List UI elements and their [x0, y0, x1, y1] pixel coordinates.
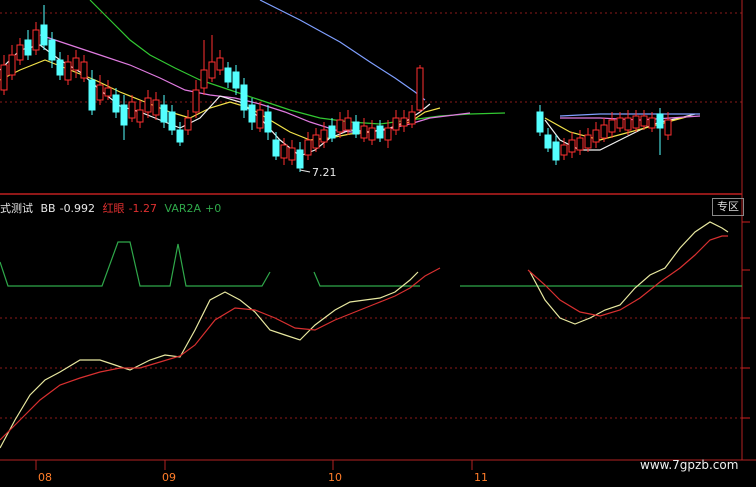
- bb-line: [0, 271, 419, 449]
- candle-body: [32, 29, 40, 51]
- candle-body: [96, 84, 104, 101]
- ma-long-blue: [259, 0, 426, 101]
- candle-body: [664, 119, 672, 136]
- candle-body: [240, 84, 248, 111]
- candle-body: [224, 67, 232, 83]
- candle-body: [0, 64, 8, 91]
- candle-body: [392, 117, 400, 131]
- candle-body: [120, 104, 128, 126]
- zone-tag-button[interactable]: 专区: [712, 198, 744, 216]
- low-price-label: 7.21: [312, 166, 337, 179]
- candle-body: [256, 109, 264, 129]
- bb-line-right: [529, 221, 729, 325]
- candle-body: [264, 111, 272, 133]
- candle-body: [16, 44, 24, 61]
- hongyan-value: -1.27: [128, 202, 158, 215]
- candle-body: [184, 117, 192, 131]
- candle-body: [648, 117, 656, 129]
- candle-body: [48, 39, 56, 61]
- candle-body: [584, 134, 592, 149]
- candle-body: [576, 137, 584, 151]
- indicator-lines: [0, 221, 742, 449]
- candle-body: [352, 121, 360, 135]
- candle-body: [128, 101, 136, 119]
- candle-body: [8, 54, 16, 76]
- candle-body: [200, 69, 208, 89]
- candle-body: [360, 125, 368, 139]
- candle-body: [136, 109, 144, 123]
- candle-body: [296, 149, 304, 169]
- candle-body: [336, 119, 344, 133]
- var2a-line: [0, 241, 271, 287]
- candle-body: [64, 61, 72, 81]
- candle-body: [304, 139, 312, 156]
- candle-body: [632, 115, 640, 129]
- candle-body: [568, 139, 576, 153]
- candle-body: [592, 129, 600, 143]
- candle-body: [72, 57, 80, 71]
- candle-body: [144, 97, 152, 113]
- x-label-09: 09: [162, 471, 176, 484]
- candle-body: [216, 57, 224, 71]
- candle-body: [40, 24, 48, 46]
- candle-body: [600, 124, 608, 139]
- x-label-08: 08: [38, 471, 52, 484]
- candle-body: [536, 111, 544, 133]
- candle-body: [656, 113, 664, 129]
- x-label-10: 10: [328, 471, 342, 484]
- candle-body: [104, 87, 112, 97]
- candle-body: [208, 61, 216, 79]
- candle-body: [640, 115, 648, 127]
- candle-body: [384, 127, 392, 141]
- x-label-11: 11: [474, 471, 488, 484]
- candle-body: [160, 104, 168, 123]
- candle-body: [320, 129, 328, 143]
- candle-body: [344, 117, 352, 131]
- stock-chart[interactable]: [0, 0, 756, 487]
- bb-value: -0.992: [59, 202, 96, 215]
- candle-body: [88, 79, 96, 111]
- candle-body: [544, 134, 552, 149]
- candle-body: [560, 144, 568, 156]
- candle-body: [312, 134, 320, 149]
- candle-body: [56, 59, 64, 76]
- candlesticks: [0, 5, 672, 172]
- candle-body: [368, 127, 376, 141]
- candle-body: [80, 61, 88, 79]
- var2a-line-2: [313, 271, 420, 287]
- candle-body: [616, 117, 624, 129]
- candle-body: [328, 125, 336, 139]
- candle-body: [416, 67, 424, 111]
- candle-body: [192, 89, 200, 113]
- hongyan-line-right: [527, 235, 728, 317]
- indicator-header: 式测试 BB -0.992 红眼 -1.27 VAR2A +0: [0, 200, 225, 216]
- candle-body: [280, 144, 288, 159]
- candle-body: [112, 94, 120, 113]
- var2a-series-name: VAR2A: [164, 202, 202, 215]
- candle-body: [176, 129, 184, 143]
- candle-body: [552, 141, 560, 161]
- candle-body: [376, 125, 384, 139]
- ma-right-blue: [559, 113, 700, 117]
- candle-body: [608, 119, 616, 133]
- candle-body: [288, 147, 296, 161]
- candle-body: [152, 99, 160, 116]
- low-marker-line: [299, 169, 311, 173]
- watermark: www.7gpzb.com: [640, 458, 739, 472]
- candle-body: [232, 71, 240, 89]
- candle-body: [272, 139, 280, 157]
- hongyan-series-name: 红眼: [102, 202, 125, 215]
- candle-body: [624, 117, 632, 131]
- candle-body: [248, 104, 256, 123]
- var2a-value: +0: [205, 202, 222, 215]
- candle-body: [408, 111, 416, 125]
- candle-body: [168, 111, 176, 131]
- hongyan-line: [0, 267, 441, 441]
- right-axis-ticks: [742, 221, 750, 419]
- candle-body: [400, 117, 408, 127]
- indicator-name: 式测试: [0, 202, 33, 215]
- bb-series-name: BB: [40, 202, 56, 215]
- candle-body: [24, 39, 32, 56]
